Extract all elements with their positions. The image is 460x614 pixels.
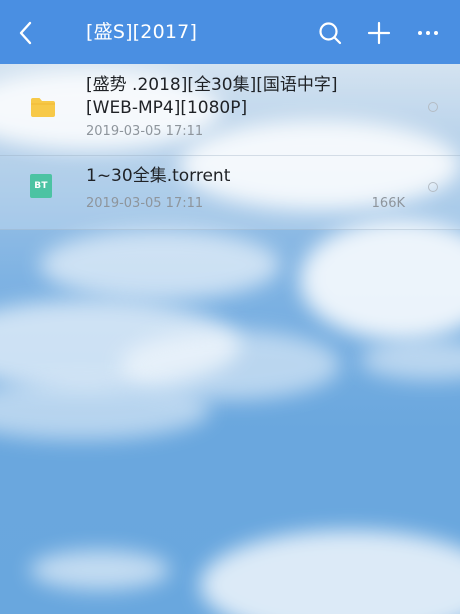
search-button[interactable]: [314, 17, 346, 49]
file-name: [盛势 .2018][全30集][国语中字] [WEB-MP4][1080P]: [86, 74, 406, 120]
plus-icon: [367, 21, 391, 45]
cloud: [300, 220, 460, 340]
bt-file-icon: BT: [30, 174, 52, 198]
cloud: [360, 340, 460, 380]
file-name: 1~30全集.torrent: [86, 166, 231, 186]
more-horizontal-icon: [418, 31, 438, 35]
search-icon: [319, 22, 342, 45]
file-name-line-2: [WEB-MP4][1080P]: [86, 98, 248, 118]
bt-badge-label: BT: [30, 174, 52, 198]
select-radio[interactable]: [428, 102, 438, 112]
add-button[interactable]: [363, 17, 395, 49]
chevron-left-icon: [19, 21, 32, 45]
more-button[interactable]: [412, 17, 444, 49]
file-list: [盛势 .2018][全30集][国语中字] [WEB-MP4][1080P] …: [0, 64, 460, 230]
page-title: [盛S][2017]: [86, 21, 198, 43]
cloud: [40, 230, 280, 300]
file-name-line-1: [盛势 .2018][全30集][国语中字]: [86, 75, 338, 95]
file-date: 2019-03-05 17:11: [86, 196, 204, 211]
file-size: 166K: [371, 196, 405, 211]
back-button[interactable]: [10, 17, 42, 49]
cloud: [30, 550, 170, 590]
top-app-bar: [盛S][2017]: [0, 0, 460, 64]
file-date: 2019-03-05 17:11: [86, 124, 204, 139]
list-item-torrent[interactable]: BT 1~30全集.torrent 2019-03-05 17:11 166K: [0, 156, 460, 230]
folder-icon: [30, 96, 56, 122]
select-radio[interactable]: [428, 182, 438, 192]
list-item-folder[interactable]: [盛势 .2018][全30集][国语中字] [WEB-MP4][1080P] …: [0, 64, 460, 156]
cloud: [200, 530, 460, 614]
